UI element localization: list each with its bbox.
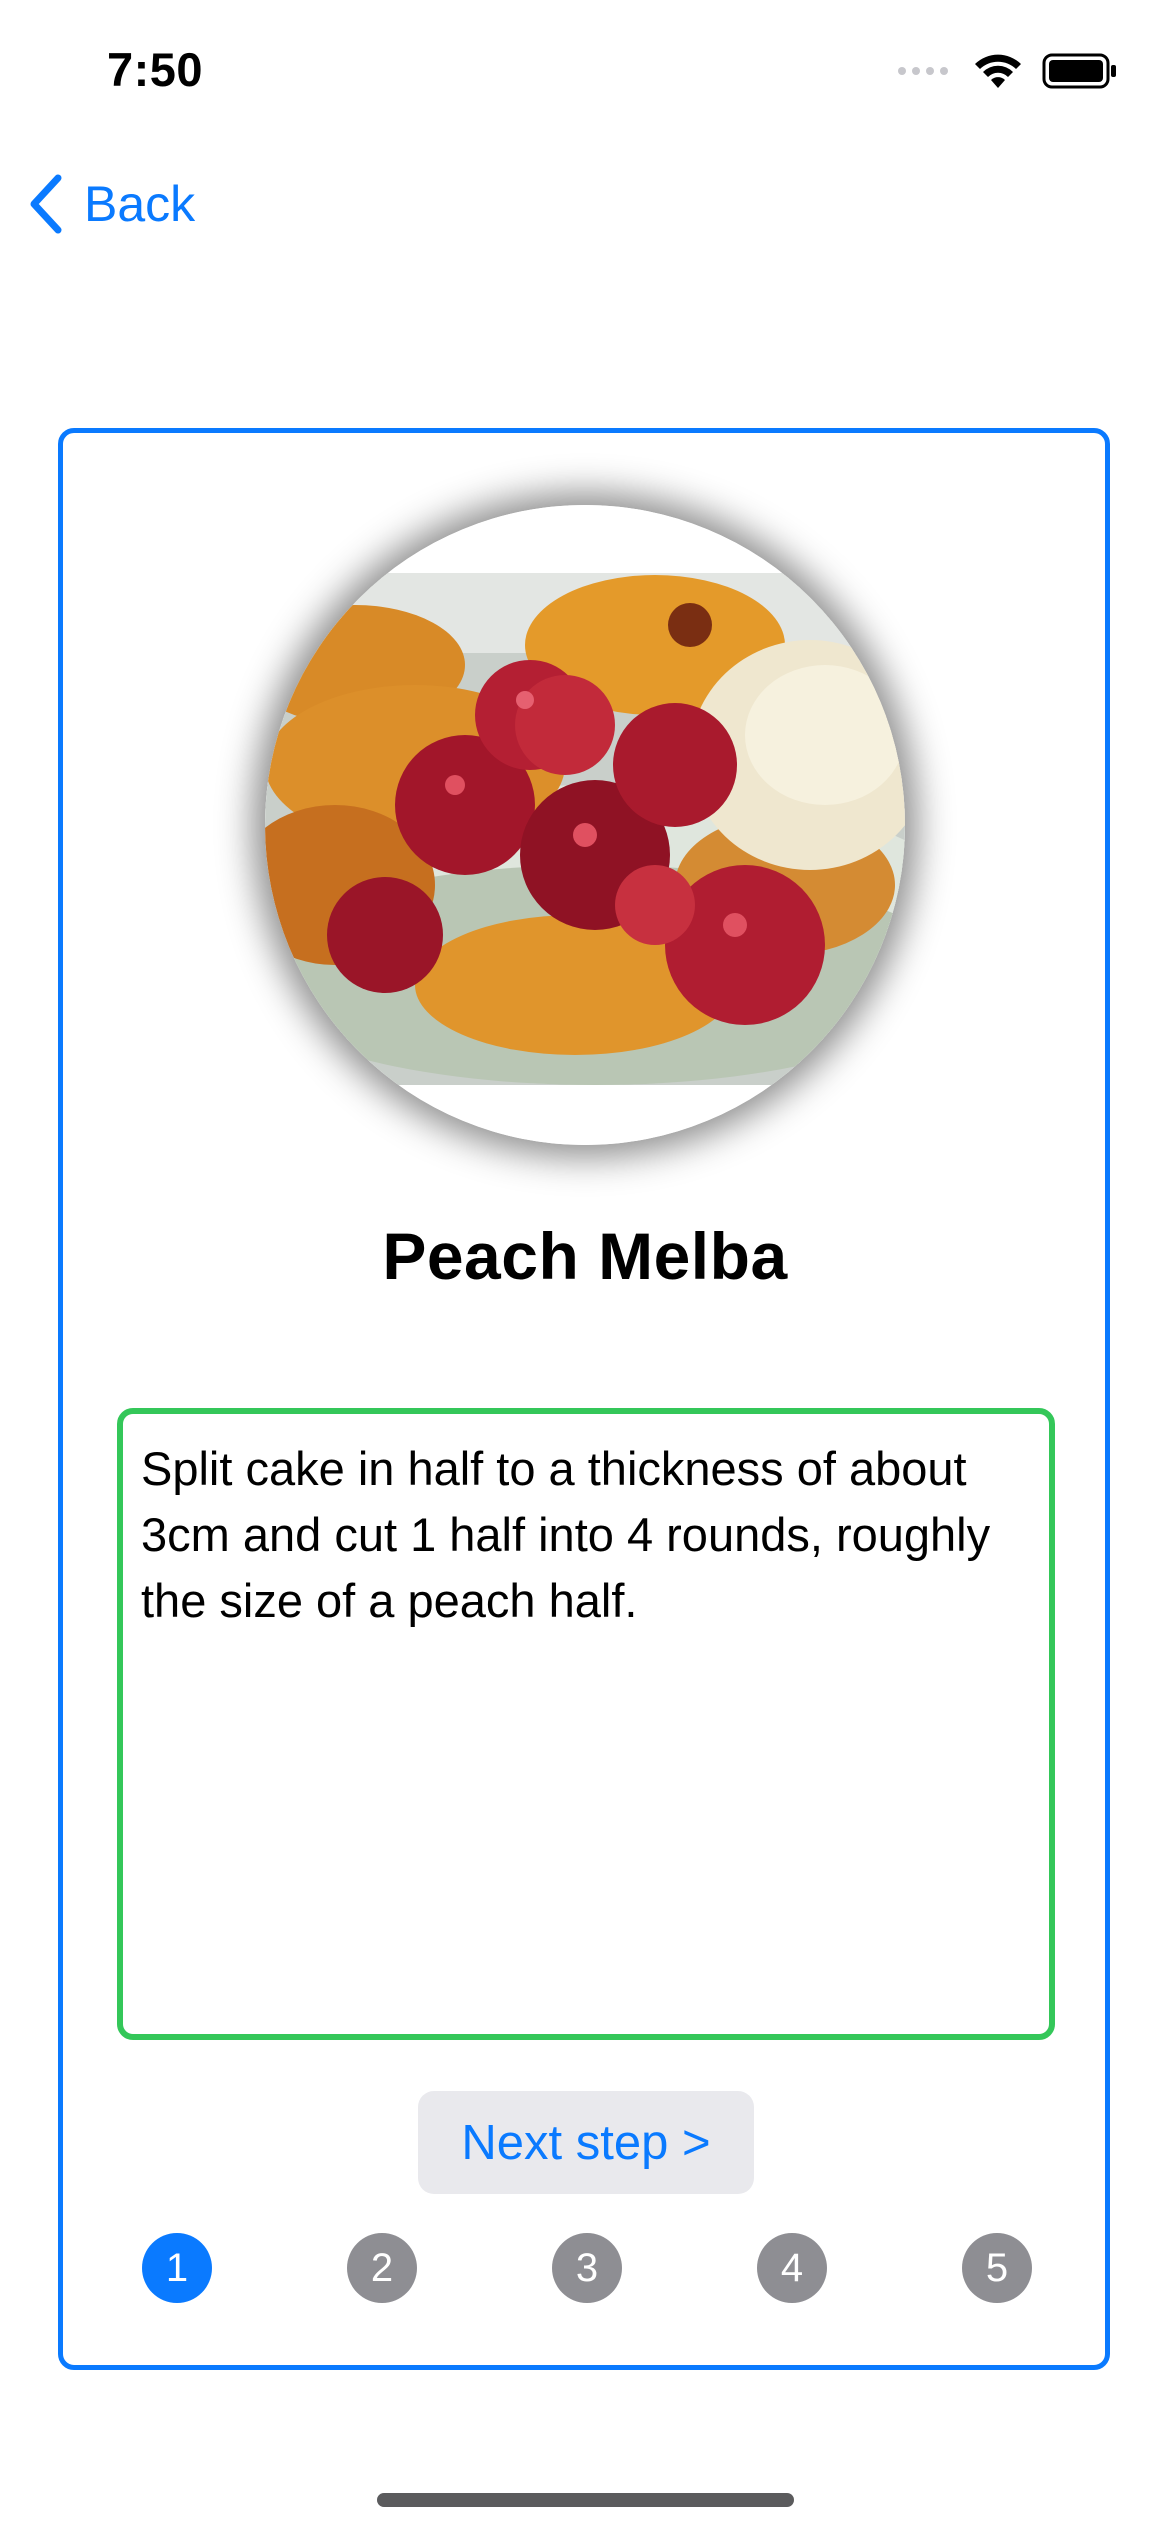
battery-icon [1042, 53, 1116, 89]
next-step-button[interactable]: Next step > [418, 2091, 754, 2194]
wifi-icon [975, 54, 1021, 88]
back-label: Back [84, 176, 196, 232]
step-dot-4[interactable]: 4 [757, 2233, 827, 2303]
peach-melba-photo [265, 505, 905, 1145]
step-description-box: Split cake in half to a thickness of abo… [117, 1408, 1055, 2040]
step-description: Split cake in half to a thickness of abo… [141, 1442, 991, 1627]
back-button[interactable]: Back [26, 172, 195, 236]
home-indicator[interactable] [377, 2493, 794, 2507]
signal-icon [898, 67, 948, 75]
step-dot-2[interactable]: 2 [347, 2233, 417, 2303]
recipe-title: Peach Melba [382, 1219, 788, 1293]
chevron-left-icon [30, 174, 62, 234]
status-icons [898, 52, 1118, 90]
status-time: 7:50 [107, 43, 204, 96]
step-dot-1[interactable]: 1 [142, 2233, 212, 2303]
step-dot-5[interactable]: 5 [962, 2233, 1032, 2303]
step-indicator: 1 2 3 4 5 [0, 2233, 1170, 2305]
step-dot-3[interactable]: 3 [552, 2233, 622, 2303]
